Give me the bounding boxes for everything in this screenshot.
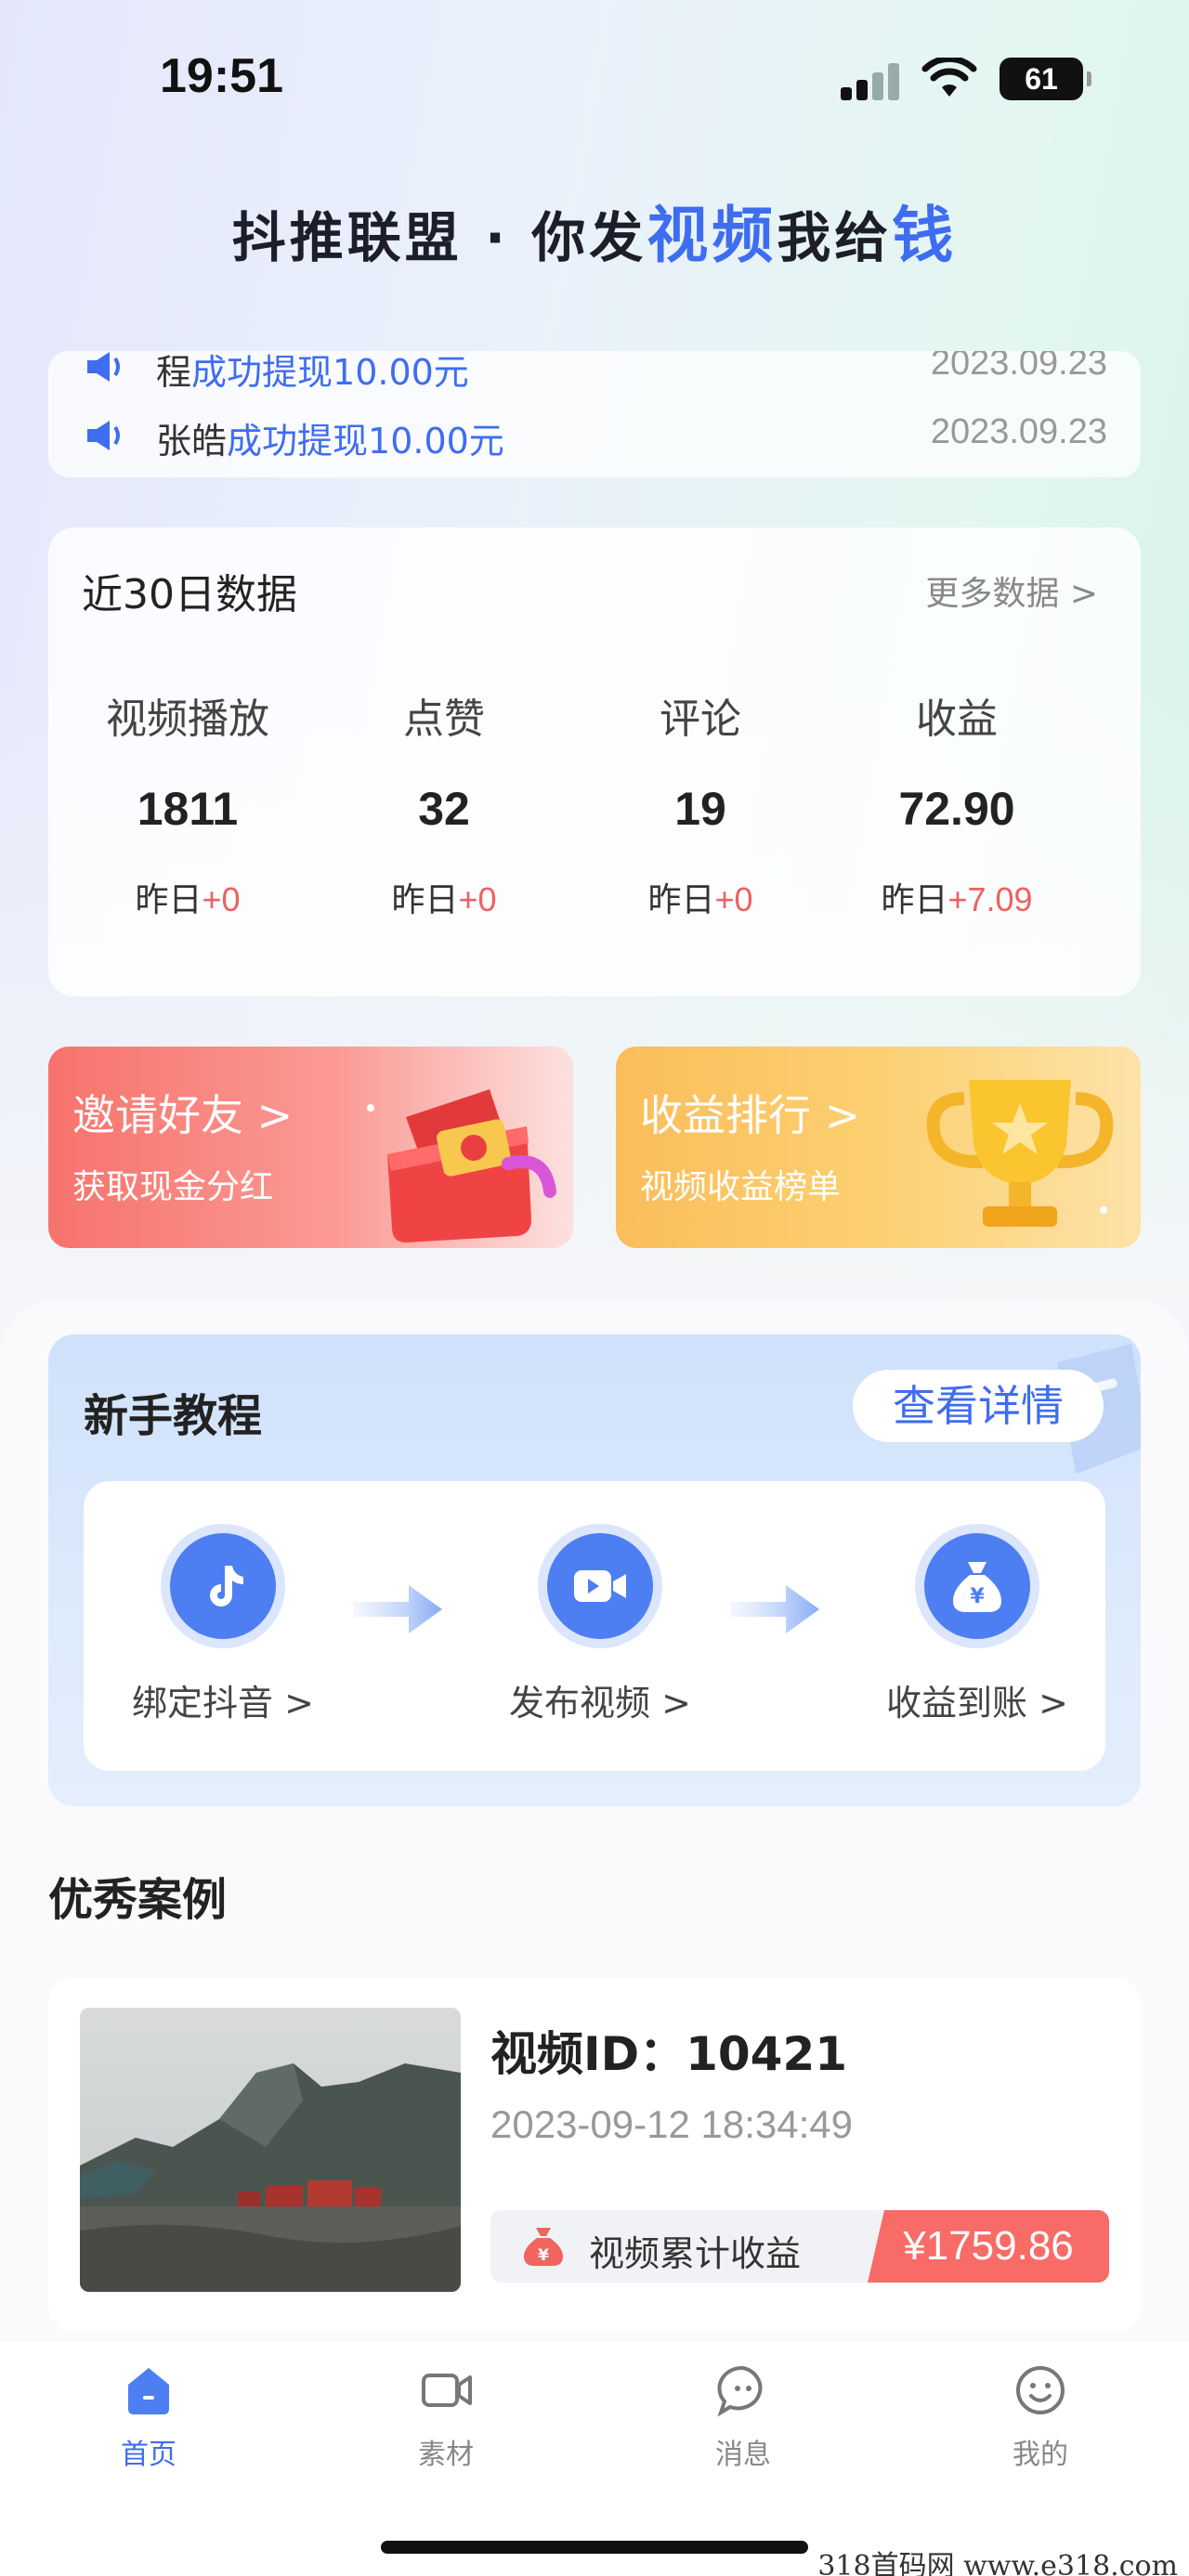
stat-value: 72.90 (898, 783, 1015, 835)
money-bag-icon: ¥ (524, 2228, 563, 2266)
stat-yesterday: 昨日+7.09 (829, 873, 1085, 921)
view-details-button[interactable]: 查看详情 (853, 1370, 1104, 1442)
marquee-user: 张皓成功提现10.00元 (156, 412, 504, 463)
watermark: 318首码网 www.e318.com (817, 2550, 1178, 2576)
stat-earnings: 收益 72.90 昨日+7.09 (829, 685, 1085, 921)
tab-messages[interactable]: 消息 (650, 2362, 836, 2472)
marquee-message: 成功提现10.00元 (227, 421, 504, 462)
case-video-id: 视频ID：10421 (490, 2027, 848, 2081)
stat-delta: +0 (714, 880, 753, 918)
yesterday-label: 昨日 (135, 881, 203, 919)
tab-label: 素材 (418, 2439, 474, 2471)
marquee-user: 程成功提现10.00元 (156, 351, 469, 395)
earnings-ranking-card[interactable]: 收益排行 > 视频收益榜单 (616, 1047, 1141, 1248)
video-thumbnail (80, 2008, 461, 2292)
invite-friends-card[interactable]: 邀请好友 > 获取现金分红 (48, 1047, 573, 1248)
cellular-signal-icon (841, 63, 906, 100)
speaker-icon (87, 421, 120, 450)
step-label: 收益到账 > (886, 1683, 1068, 1724)
step-label: 发布视频 > (509, 1683, 691, 1724)
step-label: 绑定抖音 > (132, 1683, 314, 1724)
ranking-title: 收益排行 > (640, 1090, 861, 1140)
tutorial-steps: 绑定抖音 > 发布视频 > ¥ 收益到账 > (84, 1481, 1105, 1771)
stat-label: 点赞 (403, 696, 485, 743)
tab-profile[interactable]: 我的 (947, 2362, 1133, 2472)
invite-title: 邀请好友 > (72, 1090, 294, 1140)
trophy-icon (926, 1080, 1114, 1227)
wifi-icon (921, 58, 977, 97)
more-data-link[interactable]: 更多数据 > (925, 566, 1098, 615)
tab-label: 消息 (715, 2439, 771, 2471)
tutorial-title: 新手教程 (84, 1390, 263, 1442)
stats-card: 近30日数据 更多数据 > 视频播放 1811 昨日+0 点赞 32 昨日+0 … (48, 527, 1141, 996)
stat-value: 32 (418, 783, 470, 835)
ranking-subtitle: 视频收益榜单 (640, 1168, 842, 1206)
status-time: 19:51 (160, 49, 283, 103)
marquee-name: 张皓 (156, 421, 228, 462)
video-camera-icon (422, 2374, 472, 2407)
stat-yesterday: 昨日+0 (316, 873, 572, 921)
stat-value: 19 (674, 783, 726, 835)
stat-comments: 评论 19 昨日+0 (572, 685, 829, 921)
arrow-right-icon (730, 1585, 819, 1633)
marquee-date: 2023.09.23 (930, 351, 1107, 383)
yesterday-label: 昨日 (647, 881, 715, 919)
smile-icon (1016, 2366, 1065, 2414)
stat-label: 视频播放 (106, 696, 269, 743)
stat-label: 评论 (660, 696, 741, 743)
stat-delta: +7.09 (947, 880, 1033, 918)
status-bar: 19:51 61 (0, 0, 1189, 158)
step-bind-douyin[interactable]: 绑定抖音 > (102, 1533, 344, 1725)
marquee-name: 程 (156, 352, 192, 393)
case-earnings-label: 视频累计收益 (589, 2233, 802, 2274)
step-earnings-arrive[interactable]: ¥ 收益到账 > (856, 1533, 1098, 1725)
home-icon (128, 2368, 169, 2414)
home-indicator (381, 2541, 808, 2554)
svg-text:¥: ¥ (970, 1585, 985, 1608)
stat-delta: +0 (202, 880, 241, 918)
stat-delta: +0 (458, 880, 497, 918)
stat-likes: 点赞 32 昨日+0 (316, 685, 572, 921)
stats-title: 近30日数据 (82, 571, 297, 618)
case-timestamp: 2023-09-12 18:34:49 (490, 2102, 853, 2146)
slogan-text: 抖推联盟 · 你发 (231, 206, 647, 269)
marquee-row: 张皓成功提现10.00元 2023.09.23 (85, 412, 1107, 462)
tab-label: 我的 (1013, 2439, 1068, 2471)
speaker-icon (87, 352, 120, 382)
marquee-message: 成功提现10.00元 (191, 352, 469, 393)
battery-indicator: 61 (1000, 58, 1091, 100)
slogan-highlight: 钱 (892, 200, 958, 271)
stat-value: 1811 (137, 783, 239, 835)
slogan-text: 我给 (777, 206, 893, 269)
tab-label: 首页 (121, 2439, 176, 2471)
case-earnings: ¥ 视频累计收益 ¥1759.86 (490, 2210, 1109, 2283)
invite-subtitle: 获取现金分红 (72, 1168, 274, 1206)
marquee-date: 2023.09.23 (930, 412, 1107, 451)
page-slogan: 抖推联盟 · 你发视频我给钱 (0, 186, 1189, 275)
gift-box-icon (367, 1089, 556, 1242)
svg-text:¥: ¥ (538, 2246, 549, 2265)
tab-materials[interactable]: 素材 (353, 2362, 539, 2472)
stat-plays: 视频播放 1811 昨日+0 (59, 685, 316, 921)
arrow-right-icon (353, 1585, 442, 1633)
case-card[interactable]: 视频ID：10421 2023-09-12 18:34:49 ¥ 视频累计收益 … (48, 1978, 1141, 2331)
stat-yesterday: 昨日+0 (59, 873, 316, 921)
cases-section-title: 优秀案例 (48, 1874, 228, 1926)
case-earnings-value: ¥1759.86 (868, 2210, 1109, 2283)
slogan-highlight: 视频 (647, 200, 777, 271)
stat-yesterday: 昨日+0 (572, 873, 829, 921)
money-bag-icon: ¥ (924, 1533, 1030, 1639)
video-camera-icon (547, 1533, 653, 1639)
tiktok-icon (170, 1533, 276, 1639)
yesterday-label: 昨日 (881, 881, 948, 919)
message-icon (717, 2365, 763, 2417)
withdrawal-marquee: 程成功提现10.00元 2023.09.23 张皓成功提现10.00元 2023… (48, 351, 1141, 477)
marquee-row: 程成功提现10.00元 2023.09.23 (85, 351, 1107, 393)
tutorial-card: 新手教程 查看详情 绑定抖音 > 发布视频 > ¥ 收益到账 > (48, 1334, 1141, 1806)
stat-label: 收益 (916, 696, 998, 743)
step-publish-video[interactable]: 发布视频 > (479, 1533, 721, 1725)
yesterday-label: 昨日 (391, 881, 459, 919)
tab-home[interactable]: 首页 (56, 2362, 242, 2472)
